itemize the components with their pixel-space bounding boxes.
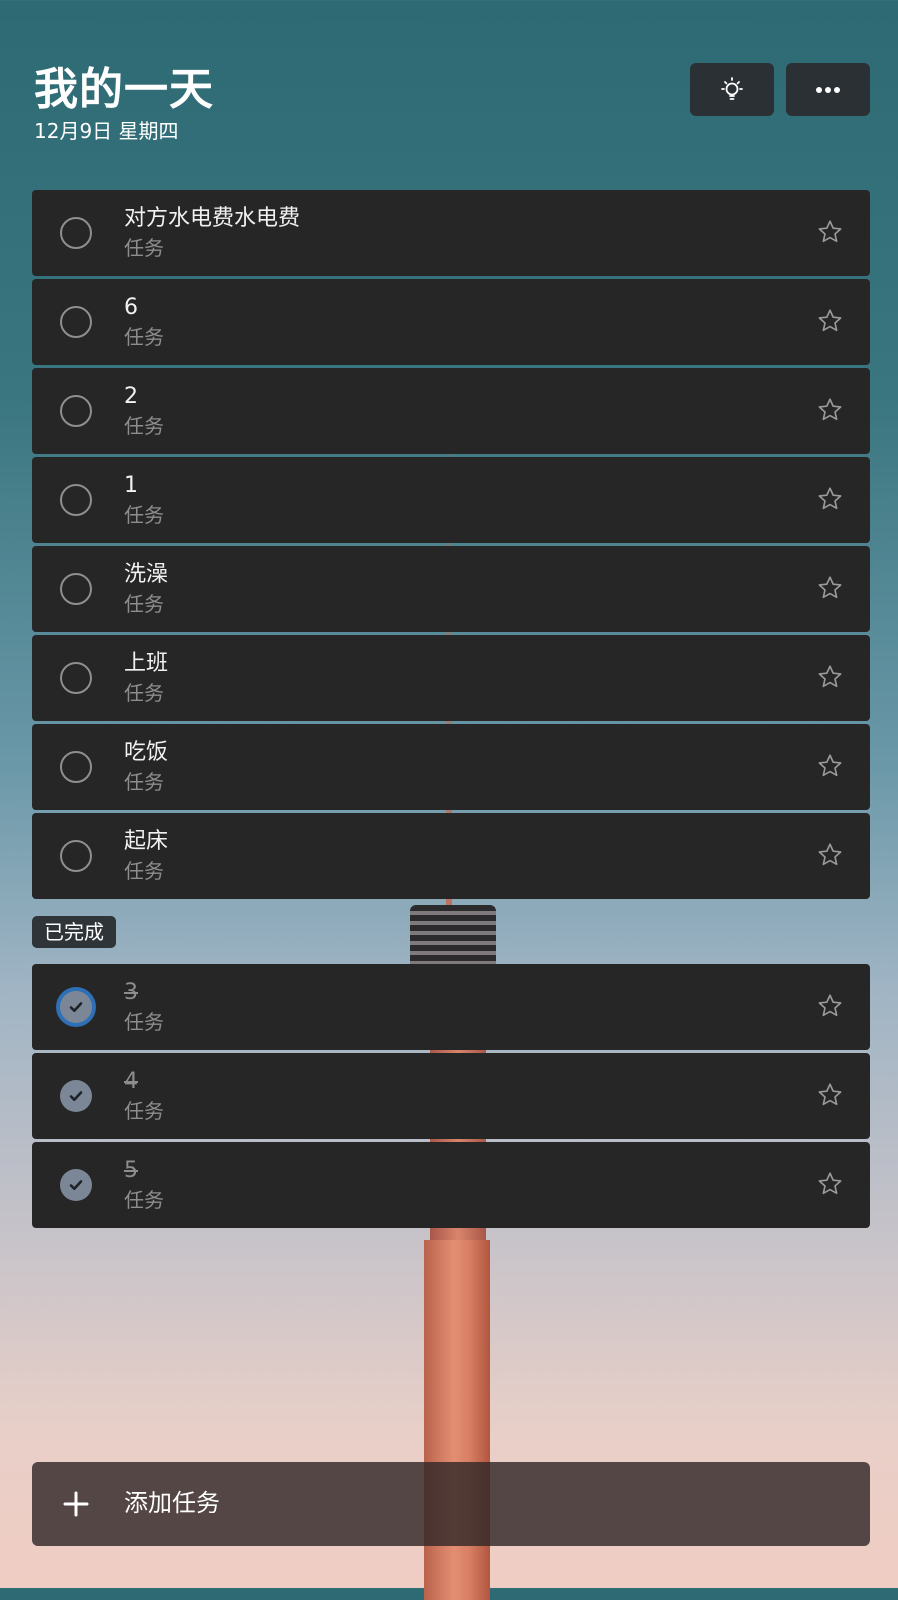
- checkmark-icon: [69, 1180, 83, 1190]
- complete-checkbox[interactable]: [60, 306, 92, 338]
- task-title: 对方水电费水电费: [124, 206, 301, 231]
- complete-checkbox[interactable]: [60, 217, 92, 249]
- completed-checkbox[interactable]: [60, 1080, 92, 1112]
- task-title: 4: [124, 1069, 138, 1094]
- task-row[interactable]: 2 任务: [32, 368, 870, 454]
- complete-checkbox[interactable]: [60, 395, 92, 427]
- page-header: 我的一天 12月9日 星期四: [34, 62, 214, 144]
- importance-star-icon[interactable]: [816, 841, 844, 873]
- task-list-name: 任务: [124, 325, 164, 349]
- add-task-bar[interactable]: 添加任务: [32, 1462, 870, 1546]
- page-title: 我的一天: [34, 64, 214, 115]
- task-title: 2: [124, 384, 138, 409]
- task-row[interactable]: 洗澡 任务: [32, 546, 870, 632]
- completed-task-row[interactable]: 5 任务: [32, 1142, 870, 1228]
- importance-star-icon[interactable]: [816, 1081, 844, 1113]
- task-row[interactable]: 6 任务: [32, 279, 870, 365]
- task-list-name: 任务: [124, 1010, 164, 1034]
- background-tower-shaft: [424, 1240, 490, 1600]
- task-title: 吃饭: [124, 740, 169, 765]
- task-list-name: 任务: [124, 1188, 164, 1212]
- task-title: 6: [124, 295, 138, 320]
- task-list-name: 任务: [124, 681, 164, 705]
- task-title: 洗澡: [124, 562, 169, 587]
- task-title: 5: [124, 1158, 138, 1183]
- task-title: 1: [124, 473, 138, 498]
- task-list-name: 任务: [124, 770, 164, 794]
- checkmark-icon: [69, 1091, 83, 1101]
- task-list: 对方水电费水电费 任务 6 任务 2 任务 1 任务 洗澡 任务 上班 任务 吃饭 任务 起床 任务: [32, 190, 870, 902]
- task-list-name: 任务: [124, 503, 164, 527]
- complete-checkbox[interactable]: [60, 840, 92, 872]
- completed-task-row[interactable]: 3 任务: [32, 964, 870, 1050]
- add-task-label: 添加任务: [124, 1489, 220, 1517]
- my-day-view: 我的一天 12月9日 星期四 对方水电费水电费 任务 6 任务 2 任务 1 任务 洗澡 任务 上班…: [0, 0, 898, 1600]
- task-row[interactable]: 起床 任务: [32, 813, 870, 899]
- complete-checkbox[interactable]: [60, 662, 92, 694]
- importance-star-icon[interactable]: [816, 663, 844, 695]
- importance-star-icon[interactable]: [816, 307, 844, 339]
- ellipsis-icon: [816, 86, 840, 93]
- importance-star-icon[interactable]: [816, 1170, 844, 1202]
- importance-star-icon[interactable]: [816, 992, 844, 1024]
- task-title: 3: [124, 980, 138, 1005]
- task-list-name: 任务: [124, 414, 164, 438]
- more-options-button[interactable]: [786, 63, 870, 116]
- task-row[interactable]: 对方水电费水电费 任务: [32, 190, 870, 276]
- importance-star-icon[interactable]: [816, 485, 844, 517]
- completed-checkbox[interactable]: [60, 991, 92, 1023]
- completed-task-list: 3 任务 4 任务 5 任务: [32, 964, 870, 1231]
- completed-task-row[interactable]: 4 任务: [32, 1053, 870, 1139]
- task-list-name: 任务: [124, 592, 164, 616]
- lightbulb-icon: [721, 76, 743, 100]
- checkmark-icon: [69, 1002, 83, 1012]
- importance-star-icon[interactable]: [816, 218, 844, 250]
- task-row[interactable]: 上班 任务: [32, 635, 870, 721]
- importance-star-icon[interactable]: [816, 574, 844, 606]
- task-title: 上班: [124, 651, 169, 676]
- complete-checkbox[interactable]: [60, 573, 92, 605]
- task-list-name: 任务: [124, 236, 164, 260]
- task-title: 起床: [124, 829, 169, 854]
- complete-checkbox[interactable]: [60, 484, 92, 516]
- importance-star-icon[interactable]: [816, 396, 844, 428]
- completed-checkbox[interactable]: [60, 1169, 92, 1201]
- suggestions-button[interactable]: [690, 63, 774, 116]
- complete-checkbox[interactable]: [60, 751, 92, 783]
- importance-star-icon[interactable]: [816, 752, 844, 784]
- plus-icon: [63, 1491, 89, 1517]
- completed-section-toggle[interactable]: 已完成: [32, 916, 116, 948]
- page-date: 12月9日 星期四: [34, 119, 179, 143]
- task-row[interactable]: 1 任务: [32, 457, 870, 543]
- task-list-name: 任务: [124, 859, 164, 883]
- task-row[interactable]: 吃饭 任务: [32, 724, 870, 810]
- task-list-name: 任务: [124, 1099, 164, 1123]
